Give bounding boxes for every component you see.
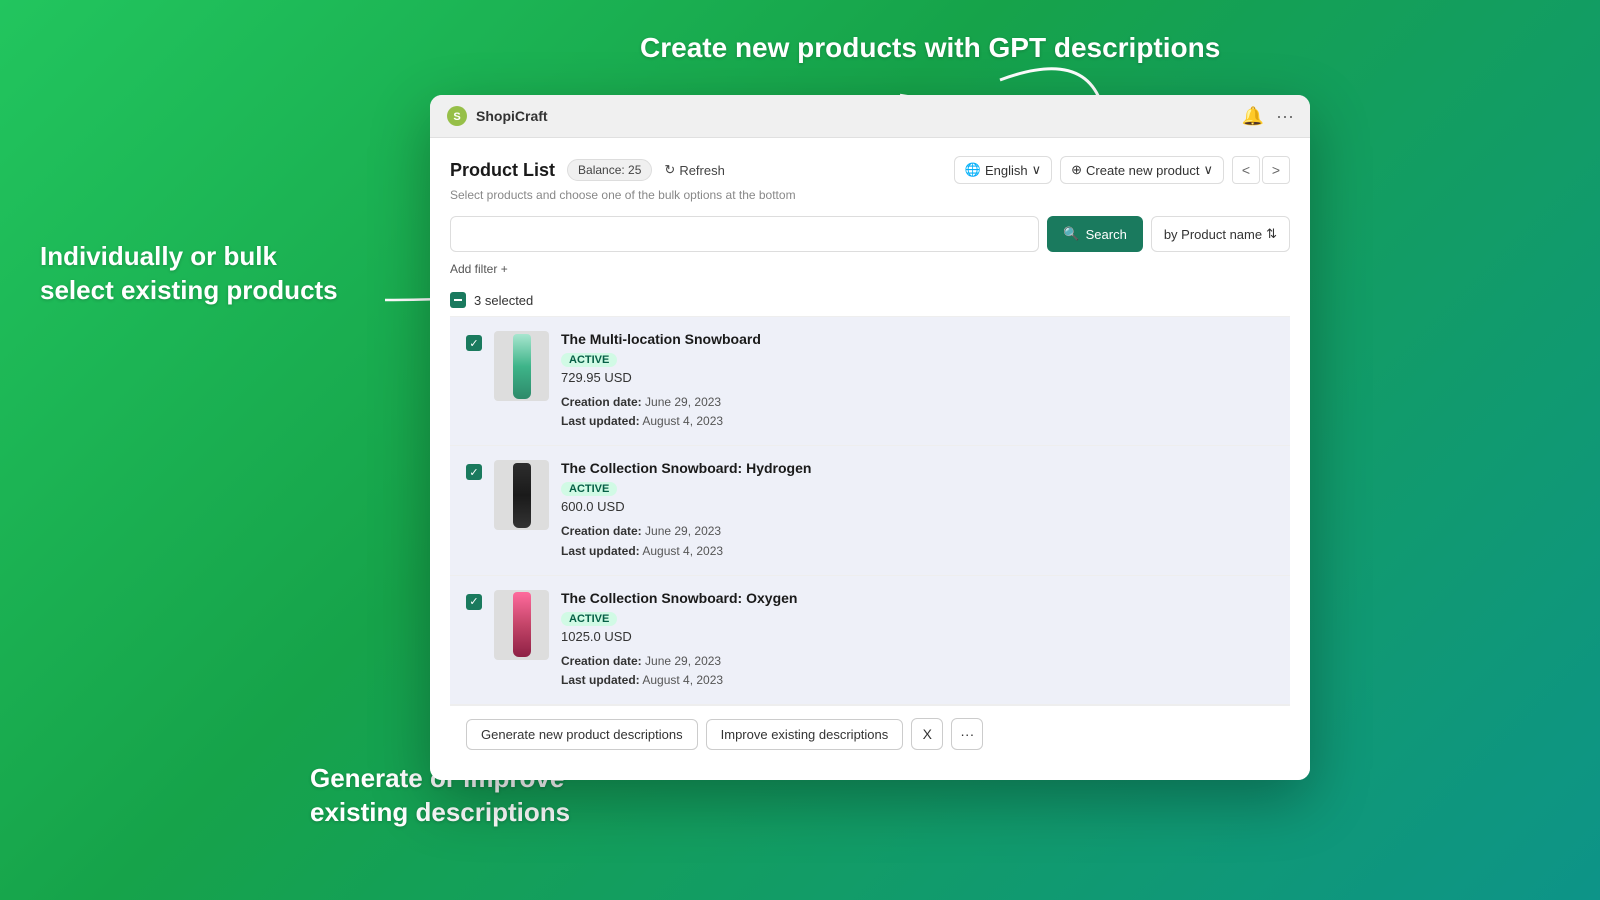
- create-product-button[interactable]: ⊕ Create new product ∨: [1060, 156, 1224, 184]
- selection-count: 3 selected: [474, 293, 533, 308]
- last-updated-label-3: Last updated:: [561, 673, 640, 687]
- product-image-3: [494, 590, 549, 660]
- creation-date-value-1: June 29, 2023: [645, 395, 721, 409]
- refresh-label: Refresh: [679, 163, 725, 178]
- product-meta-1: Creation date: June 29, 2023 Last update…: [561, 393, 1274, 431]
- page-title-group: Product List Balance: 25 ↻ Refresh: [450, 159, 725, 181]
- chevron-down-icon: ∨: [1032, 162, 1042, 178]
- sort-chevron-icon: ⇅: [1266, 226, 1277, 242]
- last-updated-label-2: Last updated:: [561, 544, 640, 558]
- status-badge-3: ACTIVE: [561, 612, 617, 626]
- nav-next-button[interactable]: >: [1262, 156, 1290, 184]
- product-checkbox-3[interactable]: ✓: [466, 594, 482, 610]
- last-updated-value-2: August 4, 2023: [642, 544, 723, 558]
- add-filter-button[interactable]: Add filter +: [450, 262, 508, 276]
- page-header: Product List Balance: 25 ↻ Refresh 🌐 Eng…: [450, 156, 1290, 184]
- create-label: Create new product: [1086, 163, 1199, 178]
- product-info-1: The Multi-location Snowboard ACTIVE 729.…: [561, 331, 1274, 431]
- product-price-2: 600.0 USD: [561, 499, 1274, 514]
- status-badge-2: ACTIVE: [561, 482, 617, 496]
- checkmark-icon-3: ✓: [469, 595, 478, 608]
- search-input[interactable]: [450, 216, 1039, 252]
- status-badge-1: ACTIVE: [561, 353, 617, 367]
- snowboard-pink-icon: [513, 592, 531, 657]
- product-item: ✓ The Multi-location Snowboard ACTIVE 72…: [450, 317, 1290, 446]
- sort-button[interactable]: by Product name ⇅: [1151, 216, 1290, 252]
- product-meta-3: Creation date: June 29, 2023 Last update…: [561, 652, 1274, 690]
- close-action-button[interactable]: X: [911, 718, 943, 750]
- select-all-checkbox[interactable]: [450, 292, 466, 308]
- more-actions-button[interactable]: ···: [951, 718, 983, 750]
- plus-icon: ⊕: [1071, 162, 1082, 178]
- product-list: ✓ The Multi-location Snowboard ACTIVE 72…: [450, 317, 1290, 705]
- search-button[interactable]: 🔍 Search: [1047, 216, 1142, 252]
- product-meta-2: Creation date: June 29, 2023 Last update…: [561, 522, 1274, 560]
- annotation-top: Create new products with GPT description…: [640, 30, 1220, 66]
- annotation-left: Individually or bulkselect existing prod…: [40, 240, 338, 308]
- title-bar-right: 🔔 ···: [1242, 106, 1294, 127]
- header-actions: 🌐 English ∨ ⊕ Create new product ∨ < >: [954, 156, 1290, 184]
- product-item: ✓ The Collection Snowboard: Oxygen ACTIV…: [450, 576, 1290, 705]
- generate-descriptions-button[interactable]: Generate new product descriptions: [466, 719, 698, 750]
- sort-label: by Product name: [1164, 227, 1262, 242]
- app-window: S ShopiCraft 🔔 ··· Product List Balance:…: [430, 95, 1310, 780]
- product-image-1: [494, 331, 549, 401]
- product-name-2: The Collection Snowboard: Hydrogen: [561, 460, 1274, 476]
- product-checkbox-2[interactable]: ✓: [466, 464, 482, 480]
- content-area: Product List Balance: 25 ↻ Refresh 🌐 Eng…: [430, 138, 1310, 780]
- action-bar: Generate new product descriptions Improv…: [450, 705, 1290, 762]
- refresh-icon: ↻: [664, 162, 675, 178]
- product-info-2: The Collection Snowboard: Hydrogen ACTIV…: [561, 460, 1274, 560]
- snowboard-black-icon: [513, 463, 531, 528]
- nav-buttons: < >: [1232, 156, 1290, 184]
- app-name: ShopiCraft: [476, 108, 548, 124]
- last-updated-value-1: August 4, 2023: [642, 414, 723, 428]
- search-icon: 🔍: [1063, 226, 1079, 242]
- svg-text:S: S: [453, 111, 460, 123]
- checkmark-icon-2: ✓: [469, 466, 478, 479]
- globe-icon: 🌐: [965, 162, 981, 178]
- creation-date-label-1: Creation date:: [561, 395, 642, 409]
- creation-date-value-2: June 29, 2023: [645, 524, 721, 538]
- search-label: Search: [1086, 227, 1127, 242]
- creation-date-label-3: Creation date:: [561, 654, 642, 668]
- snowboard-green-icon: [513, 334, 531, 399]
- title-bar-left: S ShopiCraft: [446, 105, 548, 127]
- app-logo-icon: S: [446, 105, 468, 127]
- product-price-3: 1025.0 USD: [561, 629, 1274, 644]
- last-updated-label-1: Last updated:: [561, 414, 640, 428]
- refresh-button[interactable]: ↻ Refresh: [664, 162, 724, 178]
- page-subtitle: Select products and choose one of the bu…: [450, 188, 1290, 202]
- product-image-2: [494, 460, 549, 530]
- creation-date-value-3: June 29, 2023: [645, 654, 721, 668]
- language-label: English: [985, 163, 1028, 178]
- last-updated-value-3: August 4, 2023: [642, 673, 723, 687]
- product-price-1: 729.95 USD: [561, 370, 1274, 385]
- improve-descriptions-button[interactable]: Improve existing descriptions: [706, 719, 904, 750]
- nav-prev-button[interactable]: <: [1232, 156, 1260, 184]
- creation-date-label-2: Creation date:: [561, 524, 642, 538]
- notification-icon[interactable]: 🔔: [1242, 106, 1264, 127]
- language-button[interactable]: 🌐 English ∨: [954, 156, 1052, 184]
- selection-bar: 3 selected: [450, 284, 1290, 317]
- title-bar: S ShopiCraft 🔔 ···: [430, 95, 1310, 138]
- product-name-1: The Multi-location Snowboard: [561, 331, 1274, 347]
- product-item: ✓ The Collection Snowboard: Hydrogen ACT…: [450, 446, 1290, 575]
- product-checkbox-1[interactable]: ✓: [466, 335, 482, 351]
- more-icon[interactable]: ···: [1276, 106, 1294, 127]
- balance-badge: Balance: 25: [567, 159, 652, 181]
- chevron-down-icon-2: ∨: [1203, 162, 1213, 178]
- page-title: Product List: [450, 160, 555, 181]
- product-name-3: The Collection Snowboard: Oxygen: [561, 590, 1274, 606]
- indeterminate-line: [454, 299, 462, 301]
- checkmark-icon: ✓: [469, 337, 478, 350]
- filter-row: Add filter +: [450, 262, 1290, 276]
- product-info-3: The Collection Snowboard: Oxygen ACTIVE …: [561, 590, 1274, 690]
- search-row: 🔍 Search by Product name ⇅: [450, 216, 1290, 252]
